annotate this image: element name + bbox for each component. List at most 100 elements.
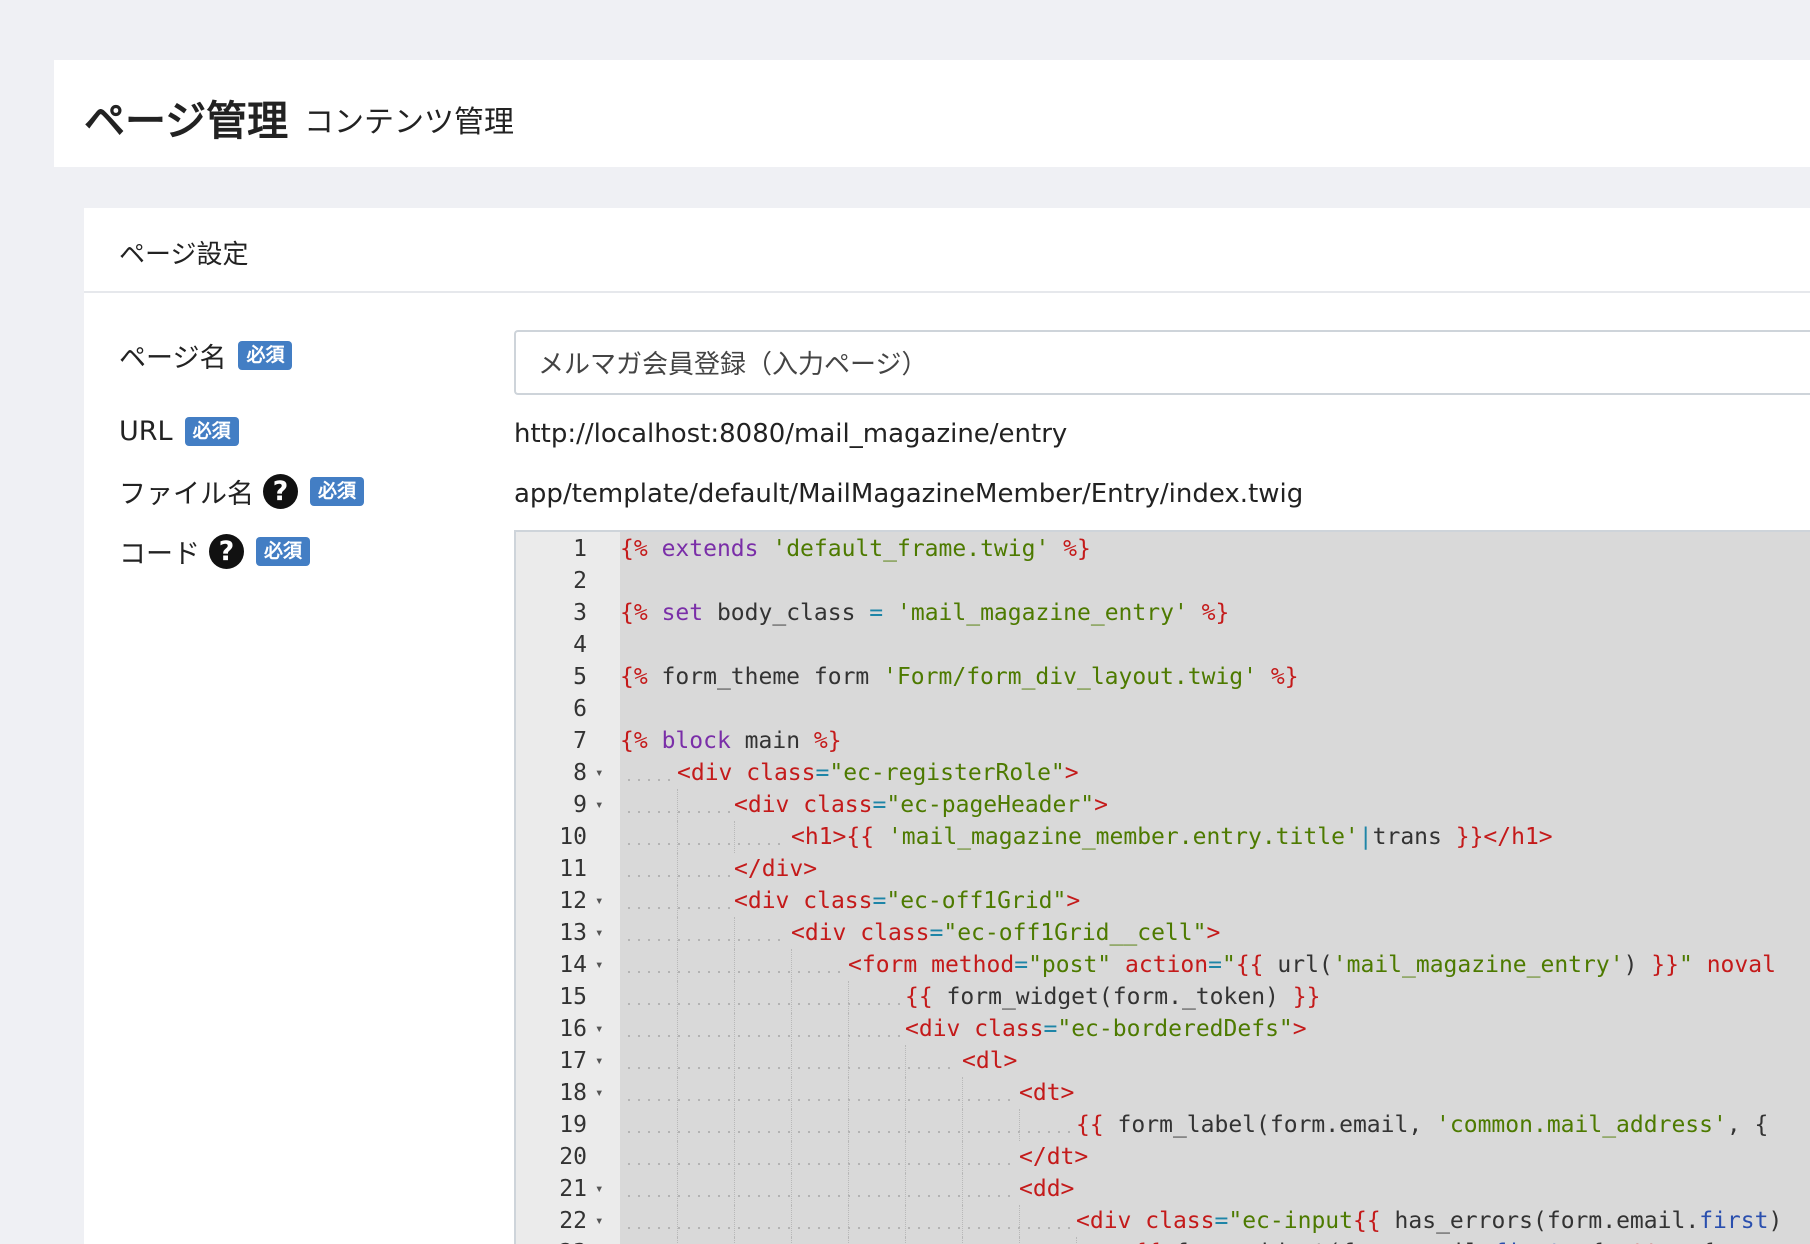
line-number: 5 xyxy=(573,664,587,690)
indent-guide xyxy=(677,1013,678,1045)
code-line: 19 {{ form_label(form.email, 'common.mail… xyxy=(516,1109,1810,1141)
fold-arrow-icon[interactable]: ▾ xyxy=(595,1173,607,1205)
indent-guide xyxy=(791,1045,792,1077)
required-badge: 必須 xyxy=(256,537,311,566)
fold-arrow-icon[interactable]: ▾ xyxy=(595,949,607,981)
code-text: </div> xyxy=(734,856,818,882)
indent-guide xyxy=(848,1173,849,1205)
line-number: 2 xyxy=(573,568,587,594)
indent-guide xyxy=(848,1141,849,1173)
fold-arrow-icon[interactable]: ▾ xyxy=(595,917,607,949)
indent-guide xyxy=(791,949,792,981)
file-name-label: ファイル名 xyxy=(119,479,254,510)
code-text: {% extends 'default_frame.twig' %} xyxy=(620,536,1091,562)
line-number: 15 xyxy=(559,984,587,1010)
indent-guide xyxy=(734,1045,735,1077)
code-line: 12 ▾ <div class="ec-off1Grid"> xyxy=(516,885,1810,917)
indent-guide xyxy=(677,853,678,885)
code-line: 23 {{ form_widget(form.email.first, { att… xyxy=(516,1237,1810,1244)
code-editor[interactable]: 1 {% extends 'default_frame.twig' %} 2 3 {% … xyxy=(514,530,1810,1244)
indent-guide xyxy=(677,821,678,853)
indent-guide xyxy=(734,1173,735,1205)
indent-guide xyxy=(1019,1205,1020,1237)
line-number: 9 xyxy=(573,792,587,818)
indent-guide xyxy=(677,917,678,949)
code-text: <div class="ec-pageHeader"> xyxy=(734,792,1108,818)
indent-guide xyxy=(734,1205,735,1237)
file-name-value: app/template/default/MailMagazineMember/… xyxy=(514,479,1304,509)
file-name-label-row: ファイル名 ? 必須 xyxy=(119,472,365,511)
indent-guide xyxy=(962,1237,963,1244)
code-text: <h1>{{ 'mail_magazine_member.entry.title… xyxy=(791,824,1553,850)
page-name-input[interactable] xyxy=(514,330,1810,395)
indent-guide xyxy=(734,1237,735,1244)
line-number: 17 xyxy=(559,1048,587,1074)
fold-arrow-icon[interactable]: ▾ xyxy=(595,757,607,789)
fold-arrow-icon[interactable]: ▾ xyxy=(595,885,607,917)
indent-guide xyxy=(677,789,678,821)
code-text: <form method="post" action="{{ url('mail… xyxy=(848,952,1776,978)
whitespace-marker xyxy=(624,1195,1015,1197)
code-label: コード xyxy=(119,539,200,570)
code-text: {% form_theme form 'Form/form_div_layout… xyxy=(620,664,1299,690)
indent-guide xyxy=(791,1013,792,1045)
page-name-label-row: ページ名 必須 xyxy=(119,336,293,375)
line-number: 3 xyxy=(573,600,587,626)
indent-guide xyxy=(962,1109,963,1141)
code-line: 21 ▾ <dd> xyxy=(516,1173,1810,1205)
indent-guide xyxy=(791,1205,792,1237)
code-text: {% block main %} xyxy=(620,728,842,754)
code-line: 14 ▾ <form method="post" action="{{ url('m… xyxy=(516,949,1810,981)
indent-guide xyxy=(1019,1109,1020,1141)
indent-guide xyxy=(1019,1237,1020,1244)
indent-guide xyxy=(734,917,735,949)
code-text: {% set body_class = 'mail_magazine_entry… xyxy=(620,600,1230,626)
whitespace-marker xyxy=(624,939,787,941)
code-line: 5 {% form_theme form 'Form/form_div_layou… xyxy=(516,661,1810,693)
indent-guide xyxy=(734,1077,735,1109)
code-text: <div class="ec-off1Grid"> xyxy=(734,888,1081,914)
fold-arrow-icon[interactable]: ▾ xyxy=(595,1013,607,1045)
whitespace-marker xyxy=(624,1035,901,1037)
indent-guide xyxy=(677,1109,678,1141)
whitespace-marker xyxy=(624,1003,901,1005)
code-line: 8 ▾ <div class="ec-registerRole"> xyxy=(516,757,1810,789)
page-title: ページ管理 xyxy=(84,97,289,145)
line-number: 16 xyxy=(559,1016,587,1042)
indent-guide xyxy=(791,981,792,1013)
code-line: 2 xyxy=(516,565,1810,597)
indent-guide xyxy=(905,1205,906,1237)
code-line: 22 ▾ <div class="ec-input{{ has_errors(for… xyxy=(516,1205,1810,1237)
code-text: <div class="ec-registerRole"> xyxy=(677,760,1079,786)
fold-arrow-icon[interactable]: ▾ xyxy=(595,1045,607,1077)
url-label-row: URL 必須 xyxy=(119,416,239,447)
required-badge: 必須 xyxy=(184,417,239,446)
code-line: 4 xyxy=(516,629,1810,661)
indent-guide xyxy=(1076,1237,1077,1244)
code-line: 7 {% block main %} xyxy=(516,725,1810,757)
indent-guide xyxy=(905,1109,906,1141)
code-line: 16 ▾ <div class="ec-borderedDefs"> xyxy=(516,1013,1810,1045)
line-number: 14 xyxy=(559,952,587,978)
code-line: 20 </dt> xyxy=(516,1141,1810,1173)
indent-guide xyxy=(848,1077,849,1109)
fold-arrow-icon[interactable]: ▾ xyxy=(595,1077,607,1109)
line-number: 22 xyxy=(559,1208,587,1234)
indent-guide xyxy=(791,1173,792,1205)
indent-guide xyxy=(677,949,678,981)
url-value: http://localhost:8080/mail_magazine/entr… xyxy=(514,419,1068,449)
indent-guide xyxy=(677,1141,678,1173)
question-circle-icon[interactable]: ? xyxy=(263,474,298,509)
code-line: 9 ▾ <div class="ec-pageHeader"> xyxy=(516,789,1810,821)
page-header: ページ管理 コンテンツ管理 xyxy=(54,60,1810,167)
question-circle-icon[interactable]: ? xyxy=(209,534,244,569)
line-number: 23 xyxy=(516,1237,587,1244)
indent-guide xyxy=(791,1077,792,1109)
fold-arrow-icon[interactable]: ▾ xyxy=(595,1205,607,1237)
code-line: 18 ▾ <dt> xyxy=(516,1077,1810,1109)
indent-guide xyxy=(677,1237,678,1244)
code-label-row: コード ? 必須 xyxy=(119,532,311,571)
indent-guide xyxy=(734,1013,735,1045)
whitespace-marker xyxy=(624,843,787,845)
fold-arrow-icon[interactable]: ▾ xyxy=(595,789,607,821)
